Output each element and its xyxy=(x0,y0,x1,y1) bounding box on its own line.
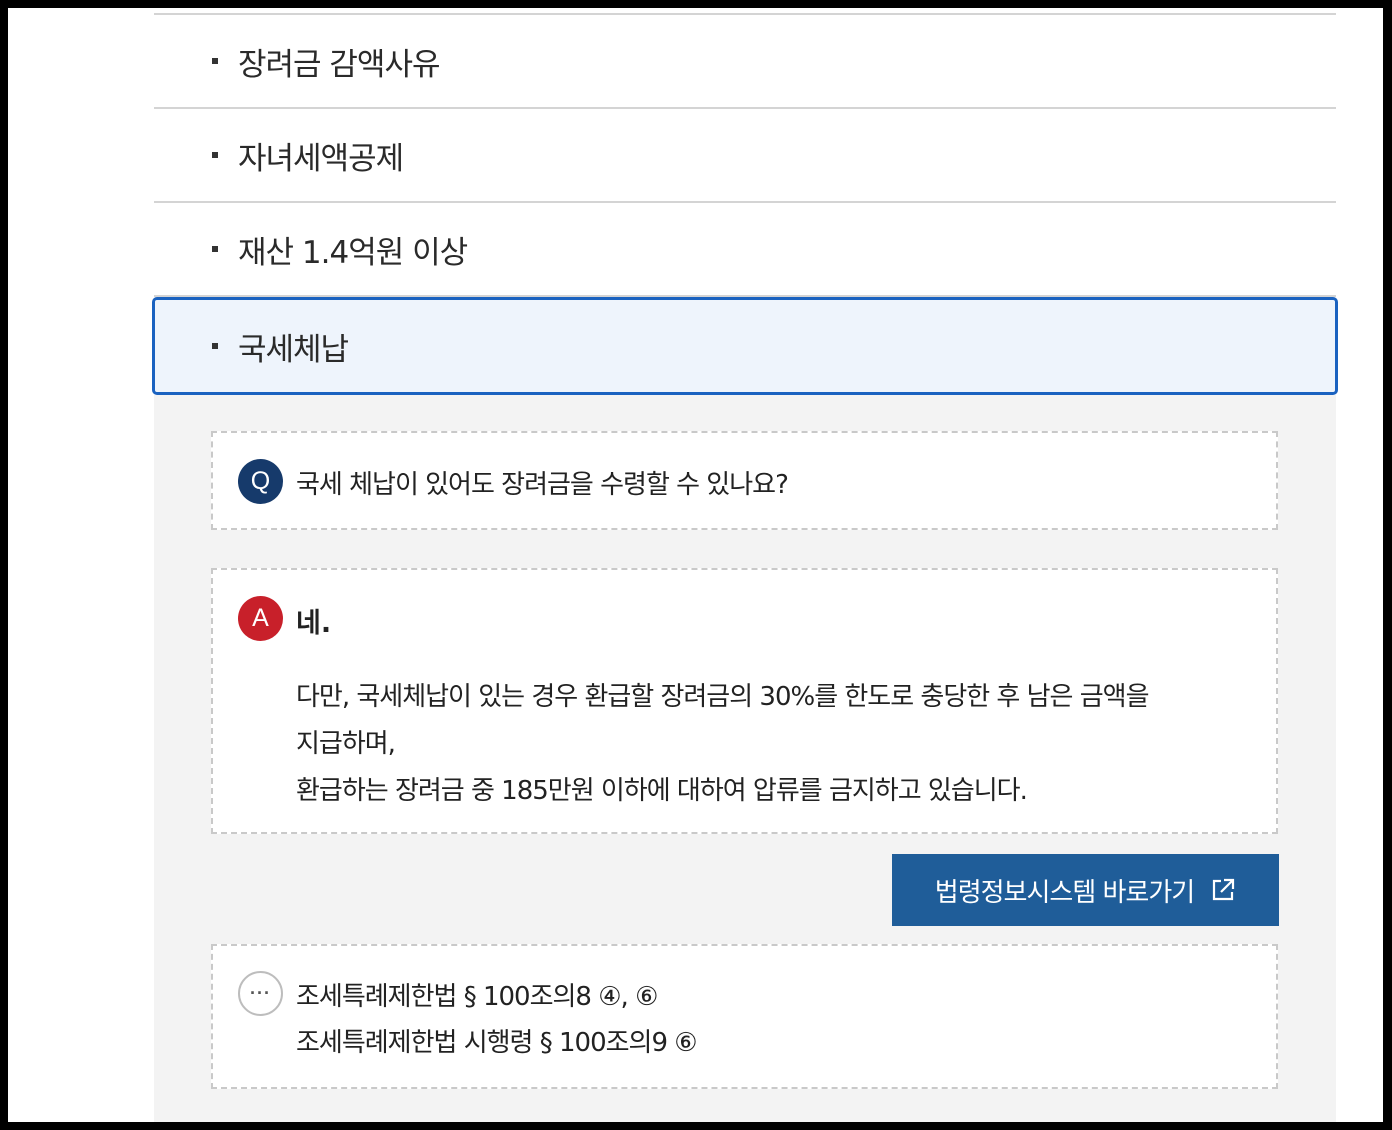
accordion-item-title: 국세체납 xyxy=(238,331,349,368)
page-frame: 장려금 감액사유 자녀세액공제 재산 1.4억원 이상 국세체납 Q 국세 체납… xyxy=(8,8,1383,1122)
law-button-label: 법령정보시스템 바로가기 xyxy=(934,877,1195,908)
question-box: Q 국세 체납이 있어도 장려금을 수령할 수 있나요? xyxy=(211,431,1278,530)
answer-box: A 네. 다만, 국세체납이 있는 경우 환급할 장려금의 30%를 한도로 충… xyxy=(211,568,1278,834)
references-box: ··· 조세특례제한법 § 100조의8 ④, ⑥ 조세특례제한법 시행령 § … xyxy=(211,944,1278,1089)
law-info-system-button[interactable]: 법령정보시스템 바로가기 xyxy=(892,854,1279,926)
bullet-icon xyxy=(212,246,218,252)
accordion-item-child-tax-credit[interactable]: 자녀세액공제 xyxy=(154,109,1336,203)
accordion-item-title: 자녀세액공제 xyxy=(238,140,404,177)
external-link-icon xyxy=(1210,877,1236,903)
divider xyxy=(154,8,1336,15)
reference-line: 조세특례제한법 § 100조의8 ④, ⑥ xyxy=(296,982,658,1012)
bullet-icon xyxy=(212,58,218,64)
reference-line: 조세특례제한법 시행령 § 100조의9 ⑥ xyxy=(296,1028,698,1058)
question-text: 국세 체납이 있어도 장려금을 수령할 수 있나요? xyxy=(296,470,789,500)
bullet-icon xyxy=(212,152,218,158)
references-text: 조세특례제한법 § 100조의8 ④, ⑥ 조세특례제한법 시행령 § 100조… xyxy=(296,974,698,1066)
accordion-item-property[interactable]: 재산 1.4억원 이상 xyxy=(154,203,1336,297)
answer-line: 다만, 국세체납이 있는 경우 환급할 장려금의 30%를 한도로 충당한 후 … xyxy=(296,682,1150,712)
answer-body: 다만, 국세체납이 있는 경우 환급할 장려금의 30%를 한도로 충당한 후 … xyxy=(296,674,1256,815)
bullet-icon xyxy=(212,343,218,349)
answer-badge: A xyxy=(238,596,283,641)
faq-accordion: 장려금 감액사유 자녀세액공제 재산 1.4억원 이상 국세체납 Q 국세 체납… xyxy=(152,8,1338,1122)
accordion-panel: Q 국세 체납이 있어도 장려금을 수령할 수 있나요? A 네. 다만, 국세… xyxy=(154,395,1336,1122)
question-badge: Q xyxy=(238,459,283,504)
accordion-item-title: 재산 1.4억원 이상 xyxy=(238,234,468,271)
answer-heading: 네. xyxy=(296,608,332,639)
accordion-item-title: 장려금 감액사유 xyxy=(238,46,440,83)
answer-line: 환급하는 장려금 중 185만원 이하에 대하여 압류를 금지하고 있습니다. xyxy=(296,776,1028,806)
answer-line: 지급하며, xyxy=(296,729,396,759)
accordion-item-reduction[interactable]: 장려금 감액사유 xyxy=(154,15,1336,109)
more-icon: ··· xyxy=(238,971,283,1016)
accordion-item-tax-arrears[interactable]: 국세체납 xyxy=(152,297,1338,395)
